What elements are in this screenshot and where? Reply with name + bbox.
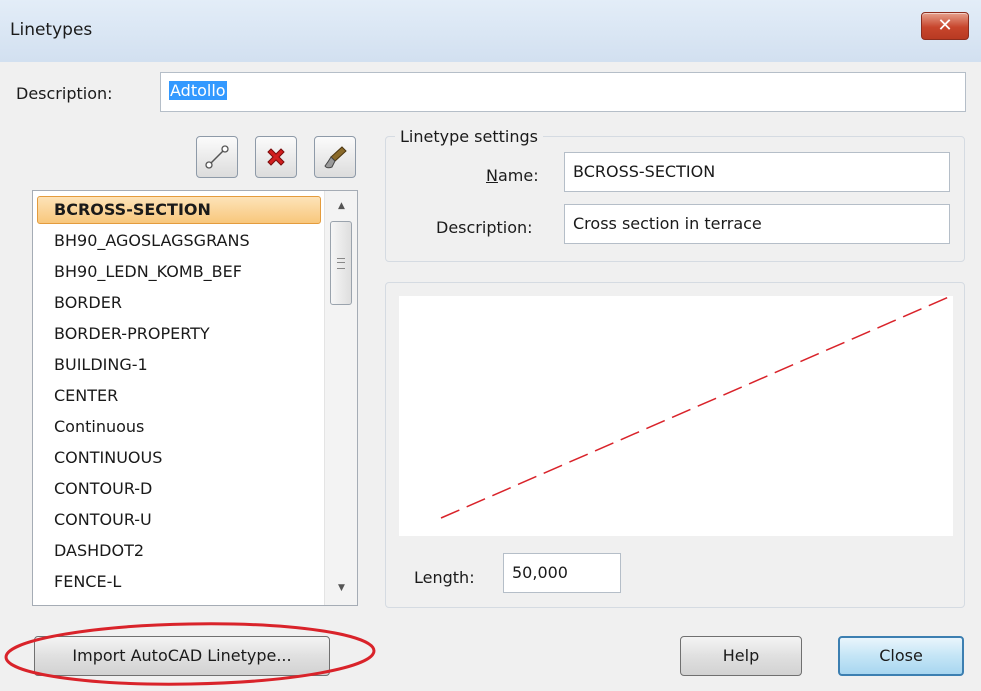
edit-brush-icon [324, 146, 347, 169]
linetype-settings-label: Linetype settings [395, 127, 543, 146]
scroll-down-arrow-icon[interactable]: ▼ [325, 577, 357, 599]
description-value: Adtollo [169, 81, 227, 100]
length-input[interactable]: 50,000 [503, 553, 621, 593]
new-linetype-icon [205, 145, 229, 169]
description-input[interactable]: Adtollo [160, 72, 966, 112]
settings-description-input[interactable]: Cross section in terrace [564, 204, 950, 244]
window-close-button[interactable]: ✕ [921, 12, 969, 40]
delete-icon [267, 148, 285, 166]
settings-description-label: Description: [436, 218, 533, 237]
description-label: Description: [16, 84, 113, 103]
list-item[interactable]: BUILDING-1 [37, 351, 321, 379]
length-label: Length: [414, 568, 475, 587]
scroll-thumb[interactable] [330, 221, 352, 305]
edit-linetype-button[interactable] [314, 136, 356, 178]
name-label-accesskey: N [486, 166, 498, 185]
import-autocad-linetype-button[interactable]: Import AutoCAD Linetype... [34, 636, 330, 676]
linetype-list[interactable]: BCROSS-SECTION BH90_AGOSLAGSGRANS BH90_L… [32, 190, 358, 606]
list-item[interactable]: CONTINUOUS [37, 444, 321, 472]
grip-icon [337, 257, 345, 269]
list-item[interactable]: BORDER-PROPERTY [37, 320, 321, 348]
new-linetype-button[interactable] [196, 136, 238, 178]
name-input[interactable]: BCROSS-SECTION [564, 152, 950, 192]
name-label: Name: [486, 166, 539, 185]
list-item[interactable]: CENTER [37, 382, 321, 410]
linetype-preview-line [440, 295, 952, 519]
list-item[interactable]: Continuous [37, 413, 321, 441]
list-item[interactable]: CONTOUR-U [37, 506, 321, 534]
list-item-selected[interactable]: BCROSS-SECTION [37, 196, 321, 224]
list-item[interactable]: FENCE-L [37, 568, 321, 596]
close-button[interactable]: Close [838, 636, 964, 676]
list-item[interactable]: DASHDOT2 [37, 537, 321, 565]
delete-linetype-button[interactable] [255, 136, 297, 178]
list-item[interactable]: BH90_AGOSLAGSGRANS [37, 227, 321, 255]
list-scrollbar[interactable]: ▲ ▼ [324, 191, 357, 605]
help-button[interactable]: Help [680, 636, 802, 676]
scroll-up-arrow-icon[interactable]: ▲ [325, 195, 357, 217]
linetype-preview [399, 295, 953, 536]
name-label-rest: ame: [497, 166, 539, 185]
list-item[interactable]: BH90_LEDN_KOMB_BEF [37, 258, 321, 286]
list-item[interactable]: CONTOUR-D [37, 475, 321, 503]
window-title: Linetypes [10, 20, 93, 40]
title-bar: Linetypes ✕ [0, 0, 981, 63]
list-item[interactable]: BORDER [37, 289, 321, 317]
